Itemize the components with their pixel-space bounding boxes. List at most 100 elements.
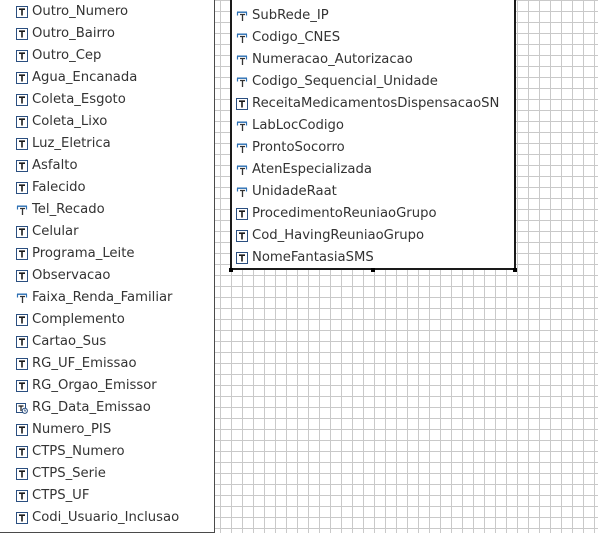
field-name: Asfalto bbox=[32, 158, 78, 173]
table-field[interactable]: UnidadeRaat bbox=[236, 181, 337, 203]
field-name: Tel_Recado bbox=[32, 202, 105, 217]
table-field[interactable]: Agua_Encanada bbox=[16, 67, 137, 89]
field-name: UnidadeRaat bbox=[252, 184, 337, 199]
table-field[interactable]: CTPS_Numero bbox=[16, 441, 125, 463]
table-field[interactable]: Luz_Eletrica bbox=[16, 133, 111, 155]
numeric-field-icon bbox=[236, 120, 252, 132]
text-field-icon bbox=[16, 6, 32, 18]
field-name: Codigo_CNES bbox=[252, 30, 341, 45]
text-field-icon bbox=[16, 226, 32, 238]
table-field[interactable]: Numero_PIS bbox=[16, 419, 111, 441]
field-name: Coleta_Lixo bbox=[32, 114, 108, 129]
field-name: Cartao_Sus bbox=[32, 334, 107, 349]
text-field-icon bbox=[16, 28, 32, 40]
field-name: Complemento bbox=[32, 312, 125, 327]
field-name: Observacao bbox=[32, 268, 111, 283]
table-field[interactable]: Codi_Usuario_Inclusao bbox=[16, 507, 179, 529]
numeric-field-icon bbox=[236, 76, 252, 88]
field-name: LabLocCodigo bbox=[252, 118, 344, 133]
text-field-icon bbox=[16, 248, 32, 260]
table-field[interactable]: SubRede_IP bbox=[236, 5, 329, 27]
field-name: RG_UF_Emissao bbox=[32, 356, 137, 371]
field-name: CTPS_Serie bbox=[32, 466, 106, 481]
table-field[interactable]: Falecido bbox=[16, 177, 86, 199]
table-field[interactable]: Observacao bbox=[16, 265, 110, 287]
table-field[interactable]: CTPS_Serie bbox=[16, 463, 106, 485]
table-field[interactable]: Cartao_Sus bbox=[16, 331, 106, 353]
table-field[interactable]: Complemento bbox=[16, 309, 125, 331]
field-name: Outro_Numero bbox=[32, 4, 129, 19]
field-name: RG_Orgao_Emissor bbox=[32, 378, 157, 393]
selection-handle-bottom-center[interactable] bbox=[371, 268, 375, 272]
text-field-icon bbox=[16, 182, 32, 194]
field-name: Codi_Usuario_Inclusao bbox=[32, 510, 180, 525]
field-name: Codigo_Sequencial_Unidade bbox=[252, 74, 438, 89]
field-name: CTPS_Numero bbox=[32, 444, 125, 459]
text-field-icon bbox=[16, 72, 32, 84]
table-field[interactable]: CTPS_UF bbox=[16, 485, 89, 507]
table-field[interactable]: Outro_Numero bbox=[16, 1, 128, 23]
table-field[interactable]: Celular bbox=[16, 221, 79, 243]
table-field[interactable]: Codigo_CNES bbox=[236, 27, 340, 49]
date-field-icon bbox=[16, 402, 32, 414]
table-field[interactable]: Outro_Cep bbox=[16, 45, 101, 67]
text-field-icon bbox=[236, 230, 252, 242]
text-field-icon bbox=[16, 380, 32, 392]
field-name: Faixa_Renda_Familiar bbox=[32, 290, 173, 305]
table-field[interactable]: Programa_Leite bbox=[16, 243, 135, 265]
right-table-entity[interactable]: SubRede_IP Codigo_CNES Numeracao_Autorizac… bbox=[230, 0, 516, 270]
table-field[interactable]: ProcedimentoReuniaoGrupo bbox=[236, 203, 437, 225]
field-name: SubRede_IP bbox=[252, 8, 329, 23]
left-table-entity[interactable]: Outro_Numero Outro_Bairro Outro_Cep Agua_En… bbox=[0, 0, 215, 533]
numeric-field-icon bbox=[236, 10, 252, 22]
field-name: Agua_Encanada bbox=[32, 70, 138, 85]
field-name: ProntoSocorro bbox=[252, 140, 345, 155]
table-field[interactable]: LabLocCodigo bbox=[236, 115, 344, 137]
text-field-icon bbox=[16, 468, 32, 480]
field-name: Numeracao_Autorizacao bbox=[252, 52, 413, 67]
text-field-icon bbox=[16, 512, 32, 524]
text-field-icon bbox=[16, 358, 32, 370]
table-field[interactable]: AtenEspecializada bbox=[236, 159, 372, 181]
field-name: Numero_PIS bbox=[32, 422, 112, 437]
table-field[interactable]: Faixa_Renda_Familiar bbox=[16, 287, 172, 309]
table-field[interactable]: ProntoSocorro bbox=[236, 137, 345, 159]
selection-handle-bottom-right[interactable] bbox=[513, 268, 517, 272]
table-field[interactable]: Cod_HavingReuniaoGrupo bbox=[236, 225, 424, 247]
text-field-icon bbox=[16, 336, 32, 348]
table-field[interactable]: Codigo_Sequencial_Unidade bbox=[236, 71, 438, 93]
table-field[interactable]: Outro_Bairro bbox=[16, 23, 115, 45]
table-field[interactable]: Numeracao_Autorizacao bbox=[236, 49, 413, 71]
table-field[interactable]: RG_Orgao_Emissor bbox=[16, 375, 157, 397]
table-field[interactable]: NomeFantasiaSMS bbox=[236, 247, 374, 269]
table-field[interactable]: RG_Data_Emissao bbox=[16, 397, 151, 419]
field-name: ReceitaMedicamentosDispensacaoSN bbox=[252, 96, 500, 111]
field-name: RG_Data_Emissao bbox=[32, 400, 151, 415]
text-field-icon bbox=[16, 490, 32, 502]
field-name: Programa_Leite bbox=[32, 246, 135, 261]
field-name: Coleta_Esgoto bbox=[32, 92, 126, 107]
numeric-field-icon bbox=[16, 292, 32, 304]
table-field[interactable]: Coleta_Lixo bbox=[16, 111, 107, 133]
text-field-icon bbox=[236, 208, 252, 220]
text-field-icon bbox=[16, 446, 32, 458]
numeric-field-icon bbox=[16, 204, 32, 216]
text-field-icon bbox=[16, 314, 32, 326]
table-field[interactable]: RG_UF_Emissao bbox=[16, 353, 137, 375]
field-name: Cod_HavingReuniaoGrupo bbox=[252, 228, 425, 243]
table-field[interactable]: Asfalto bbox=[16, 155, 78, 177]
numeric-field-icon bbox=[236, 142, 252, 154]
table-field[interactable]: ReceitaMedicamentosDispensacaoSN bbox=[236, 93, 499, 115]
numeric-field-icon bbox=[236, 54, 252, 66]
text-field-icon bbox=[16, 116, 32, 128]
field-name: Outro_Bairro bbox=[32, 26, 115, 41]
text-field-icon bbox=[236, 252, 252, 264]
table-field[interactable]: Coleta_Esgoto bbox=[16, 89, 126, 111]
text-field-icon bbox=[16, 94, 32, 106]
selection-handle-bottom-left[interactable] bbox=[229, 268, 233, 272]
field-name: Outro_Cep bbox=[32, 48, 102, 63]
table-field[interactable]: Tel_Recado bbox=[16, 199, 105, 221]
text-field-icon bbox=[16, 138, 32, 150]
text-field-icon bbox=[16, 160, 32, 172]
text-field-icon bbox=[236, 98, 252, 110]
